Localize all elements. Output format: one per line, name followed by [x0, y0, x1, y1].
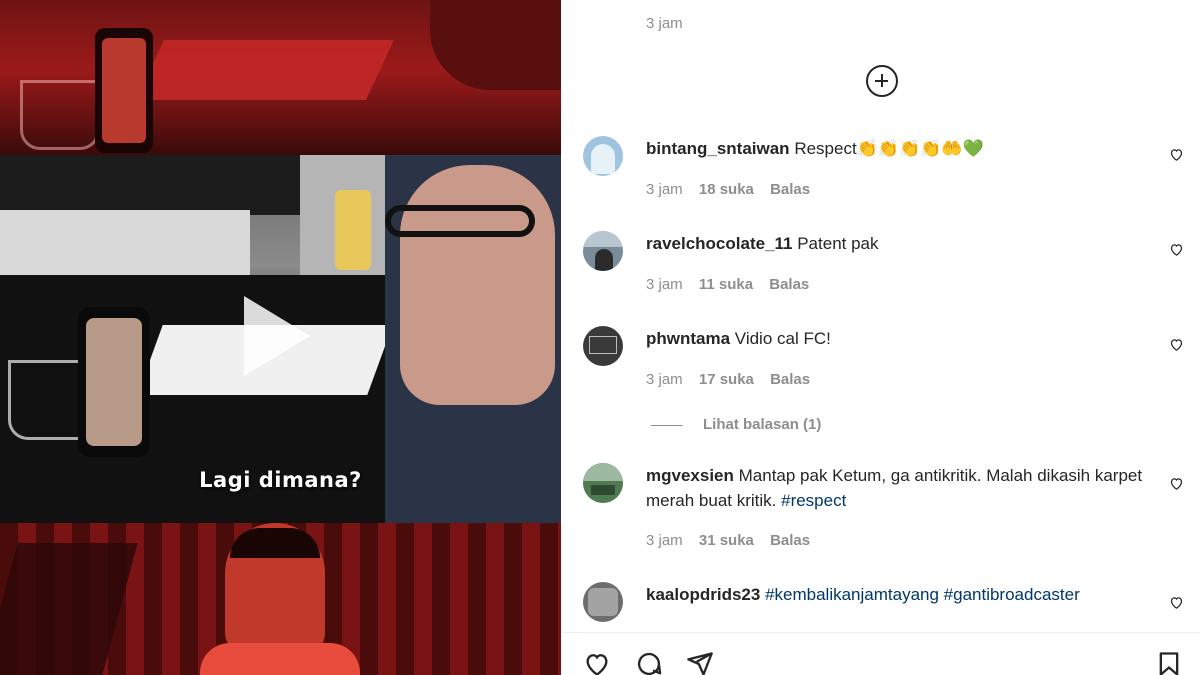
- heart-icon[interactable]: [1169, 595, 1184, 610]
- reply-button[interactable]: Balas: [770, 181, 810, 198]
- video-caption: Lagi dimana?: [199, 468, 362, 492]
- bookmark-icon[interactable]: [1155, 650, 1183, 675]
- reply-button[interactable]: Balas: [769, 276, 809, 293]
- reply-button[interactable]: Balas: [770, 532, 810, 549]
- view-replies-label[interactable]: Lihat balasan (1): [703, 416, 821, 433]
- comment-likes[interactable]: 18 suka: [699, 181, 754, 198]
- comment-time: 3 jam: [646, 371, 683, 388]
- heart-icon[interactable]: [583, 650, 611, 675]
- comment-text: mgvexsien Mantap pak Ketum, ga antikriti…: [646, 463, 1146, 513]
- video-frame-bottom: [0, 523, 561, 675]
- comment-likes[interactable]: 11 suka: [699, 276, 753, 293]
- comment-time: 3 jam: [646, 276, 683, 293]
- comment-text: ravelchocolate_11 Patent pak: [646, 231, 1146, 256]
- reply-button[interactable]: Balas: [770, 371, 810, 388]
- avatar[interactable]: [583, 231, 623, 271]
- comments-panel: 3 jam bintang_sntaiwan Respect👏👏👏👏🤲💚 3 j…: [561, 0, 1200, 675]
- send-icon[interactable]: [686, 650, 714, 675]
- avatar[interactable]: [583, 136, 623, 176]
- comment-username[interactable]: phwntama: [646, 329, 730, 348]
- comment-likes[interactable]: 17 suka: [699, 371, 754, 388]
- comment-username[interactable]: mgvexsien: [646, 466, 734, 485]
- heart-icon[interactable]: [1169, 337, 1184, 352]
- comment-username[interactable]: kaalopdrids23: [646, 585, 760, 604]
- comment-username[interactable]: ravelchocolate_11: [646, 234, 792, 253]
- comment-time: 3 jam: [646, 532, 683, 549]
- comment-text: bintang_sntaiwan Respect👏👏👏👏🤲💚: [646, 136, 1146, 161]
- comment-meta: 3 jam 11 suka Balas: [646, 276, 821, 293]
- replies-divider-line: [651, 424, 683, 426]
- comment-username[interactable]: bintang_sntaiwan: [646, 139, 790, 158]
- comment-text: phwntama Vidio cal FC!: [646, 326, 1146, 351]
- video-frame-top: [0, 0, 561, 155]
- heart-icon[interactable]: [1169, 476, 1184, 491]
- comment-hashtag[interactable]: #respect: [781, 491, 846, 510]
- comment-likes[interactable]: 31 suka: [699, 532, 754, 549]
- comment-body: Patent pak: [797, 234, 879, 253]
- comment-body: Vidio cal FC!: [734, 329, 831, 348]
- avatar[interactable]: [583, 326, 623, 366]
- plus-circle-icon[interactable]: [866, 65, 898, 97]
- comment-meta: 3 jam 17 suka Balas: [646, 371, 822, 388]
- comment-body: Respect👏👏👏👏🤲💚: [794, 139, 984, 158]
- comment-meta: 3 jam 18 suka Balas: [646, 181, 822, 198]
- previous-comment-time: 3 jam: [646, 15, 683, 32]
- comment-text: kaalopdrids23 #kembalikanjamtayang #gant…: [646, 582, 1146, 607]
- post-video[interactable]: Lagi dimana?: [0, 0, 561, 675]
- heart-icon[interactable]: [1169, 147, 1184, 162]
- avatar[interactable]: [583, 582, 623, 622]
- heart-icon[interactable]: [1169, 242, 1184, 257]
- avatar[interactable]: [583, 463, 623, 503]
- comment-time: 3 jam: [646, 181, 683, 198]
- actions-divider: [561, 632, 1200, 633]
- comment-hashtags[interactable]: #kembalikanjamtayang #gantibroadcaster: [765, 585, 1080, 604]
- comment-icon[interactable]: [635, 650, 663, 675]
- comment-meta: 3 jam 31 suka Balas: [646, 532, 822, 549]
- play-icon[interactable]: [244, 296, 310, 376]
- view-replies-button[interactable]: Lihat balasan (1): [651, 416, 821, 433]
